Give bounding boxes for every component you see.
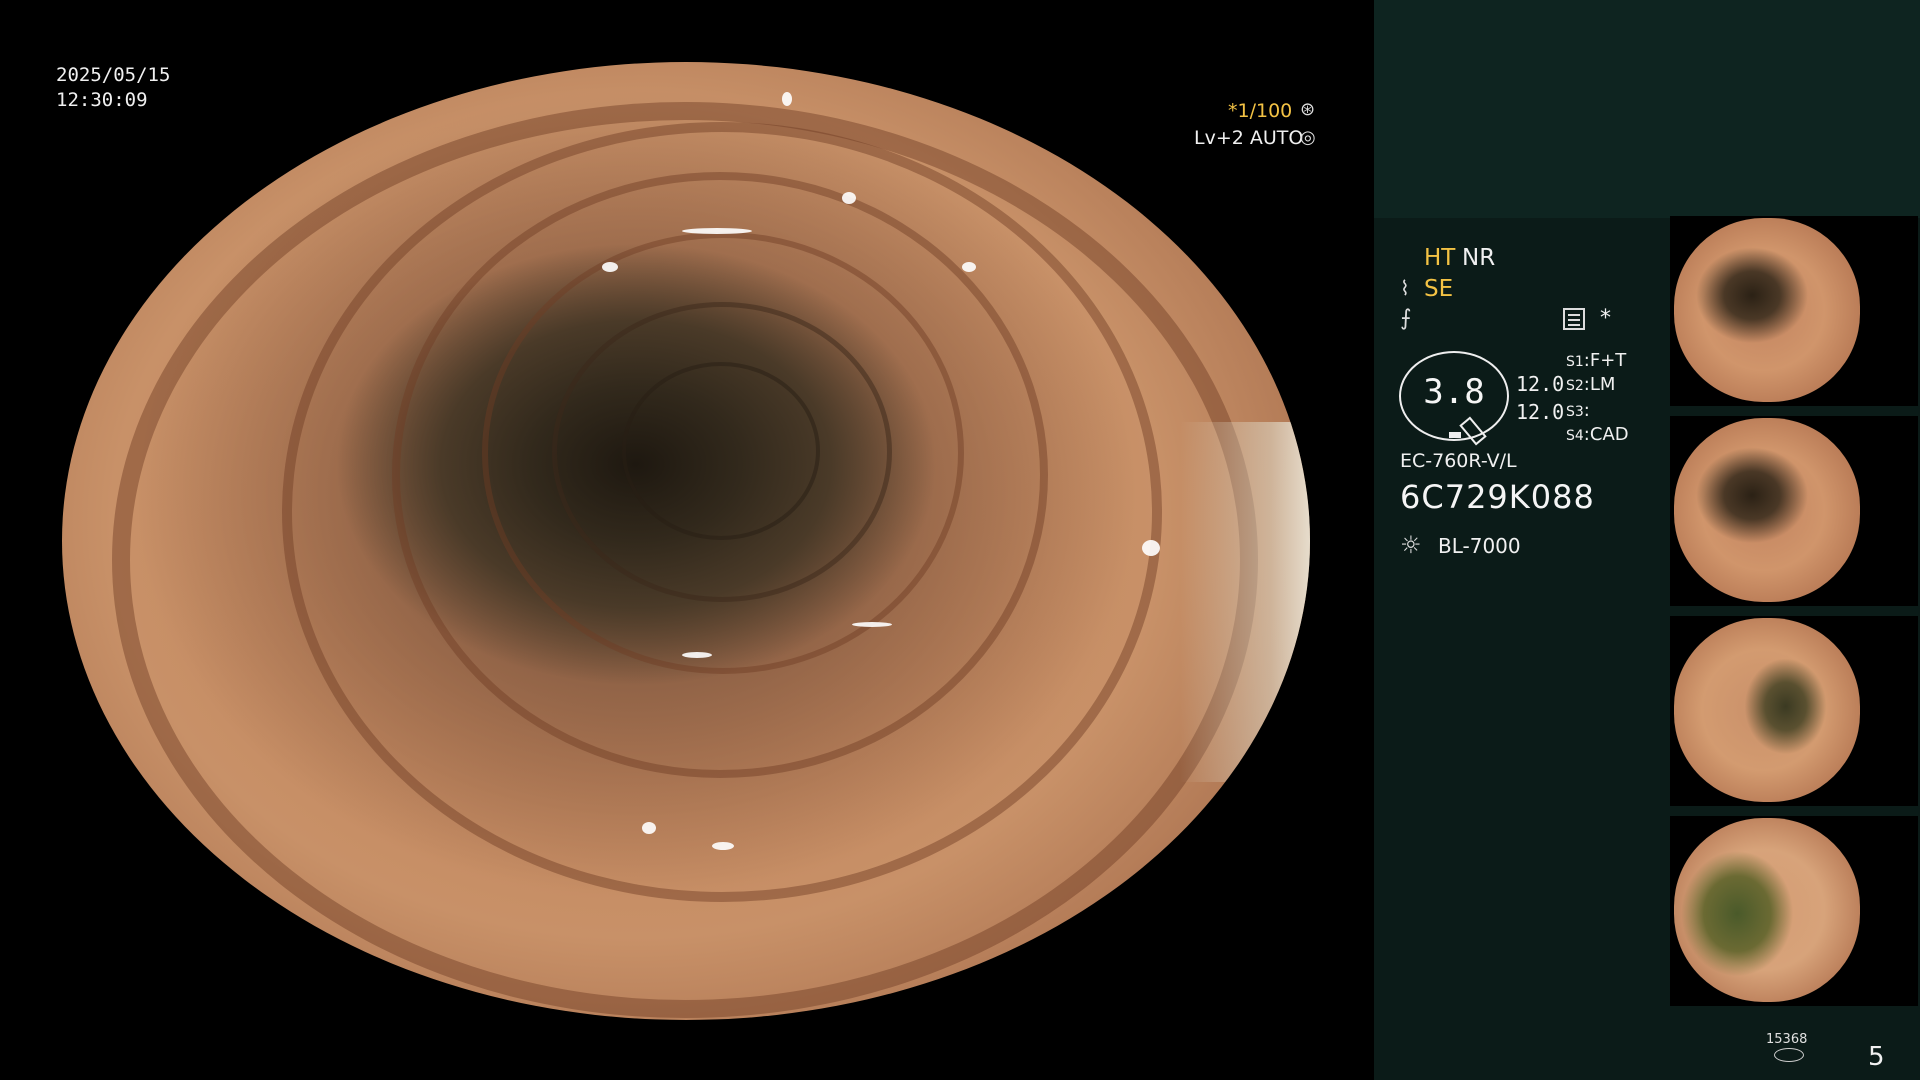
scope-serial: 6C729K088 (1400, 478, 1595, 516)
capture-thumbnail[interactable] (1670, 616, 1918, 806)
thumbnail-image (1674, 618, 1860, 802)
dial-marker (1449, 432, 1461, 438)
value-1: 12.0 (1516, 372, 1565, 396)
date-label: 2025/05/15 (56, 64, 171, 86)
se-indicator: SE (1424, 276, 1454, 302)
time-label: 12:30:09 (56, 89, 148, 111)
slot-4: S4:CAD (1566, 424, 1629, 445)
panel-header (1374, 0, 1920, 218)
scope-model: EC-760R-V/L (1400, 450, 1517, 472)
star-indicator: * (1600, 306, 1611, 331)
light-source: BL-7000 (1438, 534, 1521, 558)
brightness-level: Lv+2 AUTO (1194, 127, 1304, 149)
slot-2: S2:LM (1566, 374, 1616, 395)
shutter-speed: *1/100 (1228, 100, 1293, 122)
capture-counter: 15368 (1766, 1032, 1808, 1047)
counter-icon (1774, 1048, 1804, 1062)
ht-indicator: HT (1424, 245, 1456, 271)
nr-indicator: NR (1462, 245, 1496, 271)
zoom-value: 3.8 (1423, 372, 1485, 412)
thumbnail-image (1674, 218, 1860, 402)
capture-thumbnail[interactable] (1670, 416, 1918, 606)
color-filter-icon: ⨍ (1400, 306, 1412, 331)
shutter-icon: ⊛ (1300, 99, 1316, 120)
slot-value: F+T (1589, 350, 1627, 371)
slot-key: S3 (1566, 404, 1584, 420)
slot-1: S1:F+T (1566, 350, 1627, 371)
capture-thumbnail[interactable] (1670, 816, 1918, 1006)
thumbnail-image (1674, 818, 1860, 1002)
slot-key: S2 (1566, 378, 1584, 394)
slot-value: LM (1589, 374, 1616, 395)
page-number: 5 (1868, 1042, 1885, 1072)
value-2: 12.0 (1516, 400, 1565, 424)
slot-value: CAD (1589, 424, 1629, 445)
light-source-icon: ☼ (1400, 531, 1422, 559)
slot-key: S1 (1566, 354, 1584, 370)
slot-3: S3: (1566, 400, 1590, 421)
document-icon (1563, 308, 1585, 330)
structure-enhance-icon: ⌇ (1400, 276, 1410, 300)
endoscope-view (62, 62, 1310, 1020)
auto-icon: ◎ (1300, 127, 1316, 148)
slot-key: S4 (1566, 428, 1584, 444)
capture-thumbnail[interactable] (1670, 216, 1918, 406)
thumbnail-image (1674, 418, 1860, 602)
